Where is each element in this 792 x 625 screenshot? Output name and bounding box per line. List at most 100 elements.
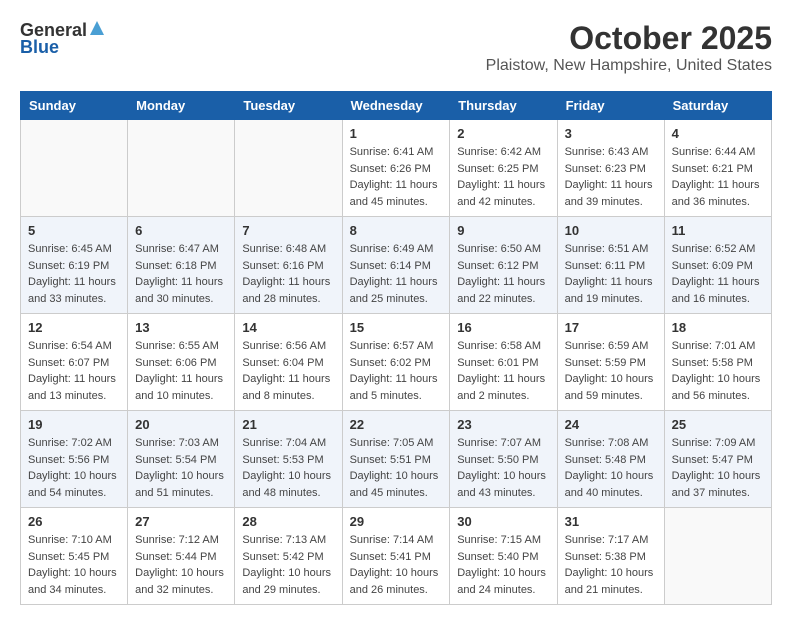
day-number: 9 [457, 223, 549, 238]
day-info: Sunrise: 7:03 AMSunset: 5:54 PMDaylight:… [135, 435, 227, 501]
table-row: 24 Sunrise: 7:08 AMSunset: 5:48 PMDayligh… [557, 411, 664, 508]
day-number: 31 [565, 514, 657, 529]
col-monday: Monday [128, 92, 235, 120]
table-row: 25 Sunrise: 7:09 AMSunset: 5:47 PMDayligh… [664, 411, 771, 508]
day-info: Sunrise: 6:48 AMSunset: 6:16 PMDaylight:… [242, 241, 334, 307]
day-number: 11 [672, 223, 764, 238]
month-title: October 2025 [486, 20, 772, 57]
day-info: Sunrise: 7:08 AMSunset: 5:48 PMDaylight:… [565, 435, 657, 501]
day-info: Sunrise: 6:58 AMSunset: 6:01 PMDaylight:… [457, 338, 549, 404]
day-number: 4 [672, 126, 764, 141]
day-number: 8 [350, 223, 443, 238]
day-number: 12 [28, 320, 120, 335]
day-info: Sunrise: 6:44 AMSunset: 6:21 PMDaylight:… [672, 144, 764, 210]
table-row: 4 Sunrise: 6:44 AMSunset: 6:21 PMDaylight… [664, 120, 771, 217]
calendar-week-row: 19 Sunrise: 7:02 AMSunset: 5:56 PMDayligh… [21, 411, 772, 508]
table-row: 27 Sunrise: 7:12 AMSunset: 5:44 PMDayligh… [128, 508, 235, 605]
day-number: 22 [350, 417, 443, 432]
day-info: Sunrise: 6:43 AMSunset: 6:23 PMDaylight:… [565, 144, 657, 210]
day-number: 7 [242, 223, 334, 238]
day-number: 15 [350, 320, 443, 335]
day-info: Sunrise: 7:12 AMSunset: 5:44 PMDaylight:… [135, 532, 227, 598]
day-number: 23 [457, 417, 549, 432]
day-info: Sunrise: 6:49 AMSunset: 6:14 PMDaylight:… [350, 241, 443, 307]
day-info: Sunrise: 6:57 AMSunset: 6:02 PMDaylight:… [350, 338, 443, 404]
day-number: 25 [672, 417, 764, 432]
day-info: Sunrise: 7:09 AMSunset: 5:47 PMDaylight:… [672, 435, 764, 501]
table-row: 18Sunrise: 7:01 AMSunset: 5:58 PMDayligh… [664, 314, 771, 411]
table-row [128, 120, 235, 217]
logo-arrow-icon [90, 21, 104, 40]
day-info: Sunrise: 7:07 AMSunset: 5:50 PMDaylight:… [457, 435, 549, 501]
day-number: 19 [28, 417, 120, 432]
calendar-week-row: 5Sunrise: 6:45 AMSunset: 6:19 PMDaylight… [21, 217, 772, 314]
day-info: Sunrise: 7:01 AMSunset: 5:58 PMDaylight:… [672, 338, 764, 404]
day-info: Sunrise: 6:52 AMSunset: 6:09 PMDaylight:… [672, 241, 764, 307]
table-row: 19 Sunrise: 7:02 AMSunset: 5:56 PMDayligh… [21, 411, 128, 508]
day-number: 6 [135, 223, 227, 238]
table-row: 11 Sunrise: 6:52 AMSunset: 6:09 PMDayligh… [664, 217, 771, 314]
location-title: Plaistow, New Hampshire, United States [486, 57, 772, 75]
table-row: 30 Sunrise: 7:15 AMSunset: 5:40 PMDayligh… [450, 508, 557, 605]
day-number: 14 [242, 320, 334, 335]
day-info: Sunrise: 6:45 AMSunset: 6:19 PMDaylight:… [28, 241, 120, 307]
table-row [235, 120, 342, 217]
day-number: 26 [28, 514, 120, 529]
col-sunday: Sunday [21, 92, 128, 120]
table-row [664, 508, 771, 605]
day-info: Sunrise: 7:02 AMSunset: 5:56 PMDaylight:… [28, 435, 120, 501]
table-row: 14 Sunrise: 6:56 AMSunset: 6:04 PMDayligh… [235, 314, 342, 411]
col-saturday: Saturday [664, 92, 771, 120]
col-tuesday: Tuesday [235, 92, 342, 120]
table-row: 1 Sunrise: 6:41 AMSunset: 6:26 PMDaylight… [342, 120, 450, 217]
table-row: 6 Sunrise: 6:47 AMSunset: 6:18 PMDaylight… [128, 217, 235, 314]
day-info: Sunrise: 6:42 AMSunset: 6:25 PMDaylight:… [457, 144, 549, 210]
day-number: 1 [350, 126, 443, 141]
table-row: 29 Sunrise: 7:14 AMSunset: 5:41 PMDayligh… [342, 508, 450, 605]
day-number: 10 [565, 223, 657, 238]
day-number: 30 [457, 514, 549, 529]
table-row: 10Sunrise: 6:51 AMSunset: 6:11 PMDayligh… [557, 217, 664, 314]
day-info: Sunrise: 7:05 AMSunset: 5:51 PMDaylight:… [350, 435, 443, 501]
day-number: 3 [565, 126, 657, 141]
table-row [21, 120, 128, 217]
col-wednesday: Wednesday [342, 92, 450, 120]
table-row: 16Sunrise: 6:58 AMSunset: 6:01 PMDayligh… [450, 314, 557, 411]
table-row: 22 Sunrise: 7:05 AMSunset: 5:51 PMDayligh… [342, 411, 450, 508]
table-row: 7 Sunrise: 6:48 AMSunset: 6:16 PMDaylight… [235, 217, 342, 314]
day-number: 28 [242, 514, 334, 529]
day-number: 17 [565, 320, 657, 335]
day-info: Sunrise: 6:56 AMSunset: 6:04 PMDaylight:… [242, 338, 334, 404]
day-number: 24 [565, 417, 657, 432]
table-row: 28 Sunrise: 7:13 AMSunset: 5:42 PMDayligh… [235, 508, 342, 605]
day-info: Sunrise: 6:54 AMSunset: 6:07 PMDaylight:… [28, 338, 120, 404]
table-row: 31Sunrise: 7:17 AMSunset: 5:38 PMDayligh… [557, 508, 664, 605]
day-number: 29 [350, 514, 443, 529]
table-row: 15 Sunrise: 6:57 AMSunset: 6:02 PMDayligh… [342, 314, 450, 411]
table-row: 13 Sunrise: 6:55 AMSunset: 6:06 PMDayligh… [128, 314, 235, 411]
table-row: 5Sunrise: 6:45 AMSunset: 6:19 PMDaylight… [21, 217, 128, 314]
day-info: Sunrise: 7:04 AMSunset: 5:53 PMDaylight:… [242, 435, 334, 501]
day-info: Sunrise: 7:15 AMSunset: 5:40 PMDaylight:… [457, 532, 549, 598]
logo-blue-text: Blue [20, 37, 59, 58]
table-row: 21 Sunrise: 7:04 AMSunset: 5:53 PMDayligh… [235, 411, 342, 508]
day-info: Sunrise: 7:14 AMSunset: 5:41 PMDaylight:… [350, 532, 443, 598]
calendar-week-row: 12 Sunrise: 6:54 AMSunset: 6:07 PMDayligh… [21, 314, 772, 411]
day-info: Sunrise: 7:10 AMSunset: 5:45 PMDaylight:… [28, 532, 120, 598]
table-row: 12 Sunrise: 6:54 AMSunset: 6:07 PMDayligh… [21, 314, 128, 411]
col-thursday: Thursday [450, 92, 557, 120]
table-row: 17Sunrise: 6:59 AMSunset: 5:59 PMDayligh… [557, 314, 664, 411]
day-number: 27 [135, 514, 227, 529]
day-info: Sunrise: 6:55 AMSunset: 6:06 PMDaylight:… [135, 338, 227, 404]
day-number: 13 [135, 320, 227, 335]
calendar-header-row: Sunday Monday Tuesday Wednesday Thursday… [21, 92, 772, 120]
day-info: Sunrise: 7:13 AMSunset: 5:42 PMDaylight:… [242, 532, 334, 598]
day-number: 21 [242, 417, 334, 432]
title-area: October 2025 Plaistow, New Hampshire, Un… [486, 20, 772, 75]
day-info: Sunrise: 6:50 AMSunset: 6:12 PMDaylight:… [457, 241, 549, 307]
day-info: Sunrise: 6:47 AMSunset: 6:18 PMDaylight:… [135, 241, 227, 307]
calendar-table: Sunday Monday Tuesday Wednesday Thursday… [20, 91, 772, 605]
table-row: 8 Sunrise: 6:49 AMSunset: 6:14 PMDaylight… [342, 217, 450, 314]
day-info: Sunrise: 6:41 AMSunset: 6:26 PMDaylight:… [350, 144, 443, 210]
calendar-week-row: 26 Sunrise: 7:10 AMSunset: 5:45 PMDayligh… [21, 508, 772, 605]
